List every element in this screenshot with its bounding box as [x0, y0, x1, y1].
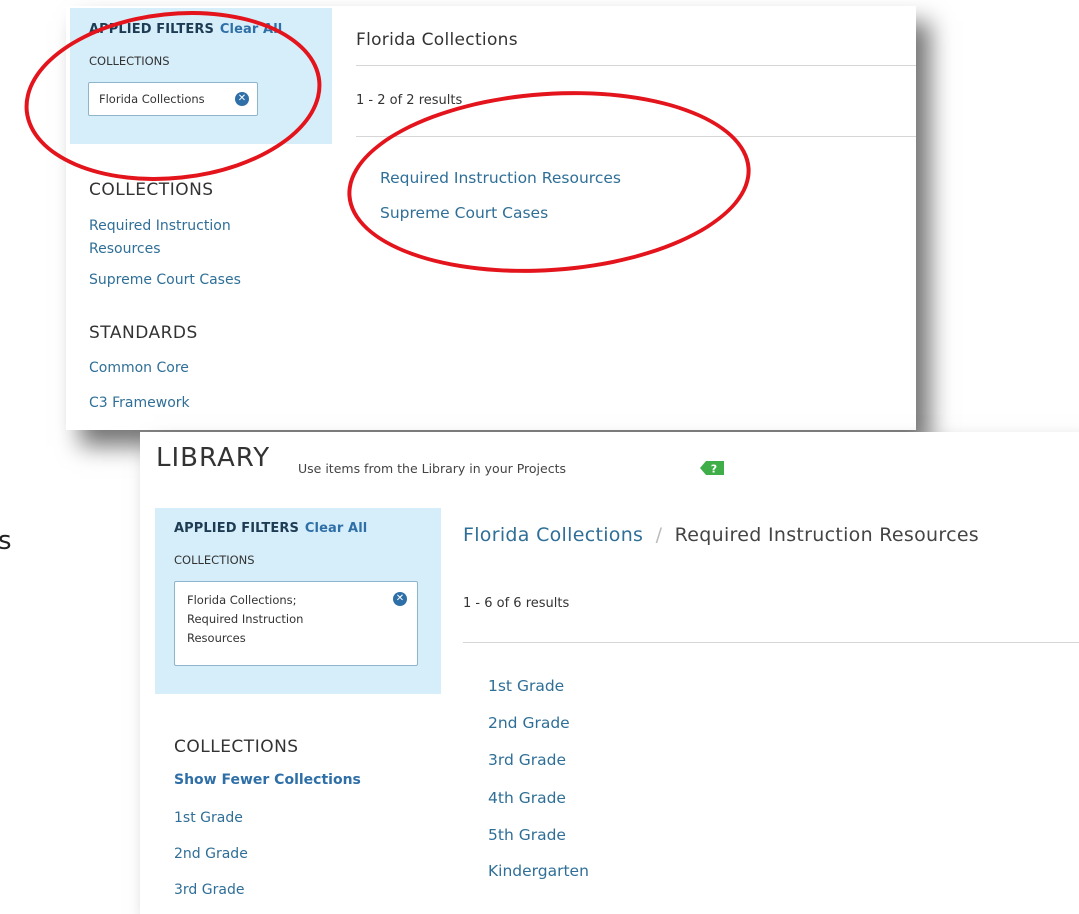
breadcrumb: Florida Collections / Required Instructi…	[463, 524, 979, 546]
library-subtitle: Use items from the Library in your Proje…	[298, 461, 567, 476]
sidebar-standard-link[interactable]: C3 Framework	[89, 395, 190, 411]
collections-heading: COLLECTIONS	[89, 180, 214, 200]
result-link[interactable]: 5th Grade	[488, 826, 566, 844]
filter-chip[interactable]: Florida Collections; Required Instructio…	[174, 581, 418, 666]
applied-filters-heading: APPLIED FILTERS Clear All	[174, 521, 367, 536]
sidebar-collection-link[interactable]: Required Instruction Resources	[89, 215, 289, 261]
filter-chip-label: Florida Collections; Required Instructio…	[187, 593, 304, 645]
clear-all-link[interactable]: Clear All	[305, 521, 367, 536]
breadcrumb-current: Required Instruction Resources	[674, 524, 980, 546]
results-count: 1 - 6 of 6 results	[463, 596, 570, 611]
result-link[interactable]: 3rd Grade	[488, 751, 566, 769]
applied-filters-label: APPLIED FILTERS	[174, 521, 299, 536]
library-title: LIBRARY	[156, 443, 271, 473]
sidebar-collection-link[interactable]: 3rd Grade	[174, 882, 244, 898]
sidebar-collection-link[interactable]: 2nd Grade	[174, 846, 248, 862]
divider	[356, 65, 916, 66]
sidebar-collection-link[interactable]: 1st Grade	[174, 810, 243, 826]
show-fewer-collections-link[interactable]: Show Fewer Collections	[174, 772, 361, 788]
divider	[463, 642, 1079, 643]
sidebar-collection-link[interactable]: Supreme Court Cases	[89, 272, 241, 288]
edge-text-fragment: s	[0, 526, 12, 556]
standards-heading: STANDARDS	[89, 323, 198, 343]
remove-filter-icon[interactable]: ✕	[393, 592, 407, 606]
result-link[interactable]: 4th Grade	[488, 789, 566, 807]
help-icon[interactable]: ?	[700, 459, 724, 477]
results-count: 1 - 2 of 2 results	[356, 93, 463, 108]
collections-heading: COLLECTIONS	[174, 737, 299, 757]
page-title: Florida Collections	[356, 30, 518, 50]
breadcrumb-separator: /	[655, 524, 663, 546]
breadcrumb-parent-link[interactable]: Florida Collections	[463, 524, 643, 546]
sidebar-standard-link[interactable]: Common Core	[89, 360, 189, 376]
result-link[interactable]: 2nd Grade	[488, 714, 570, 732]
result-link[interactable]: 1st Grade	[488, 677, 564, 695]
help-glyph: ?	[711, 463, 717, 476]
result-link[interactable]: Kindergarten	[488, 862, 589, 880]
filter-group-label: COLLECTIONS	[174, 553, 255, 567]
